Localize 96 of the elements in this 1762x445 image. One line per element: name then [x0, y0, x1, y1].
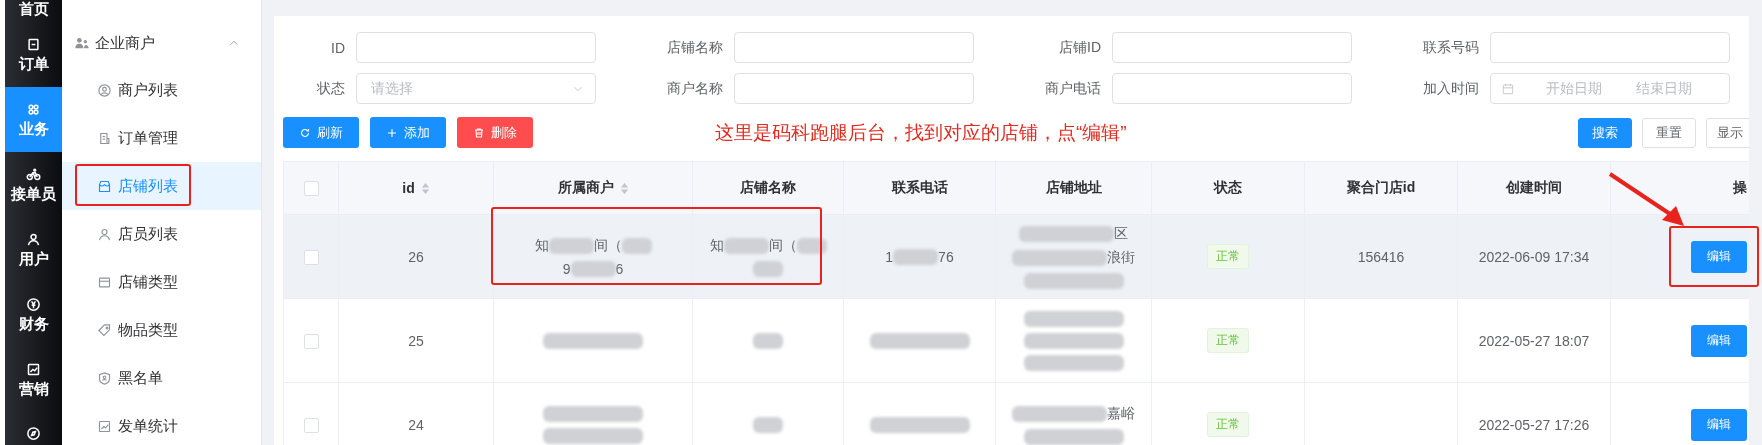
bicycle-icon [26, 166, 41, 182]
status-tag: 正常 [1207, 328, 1249, 353]
blurred-text [621, 237, 652, 254]
input-field[interactable] [1112, 32, 1352, 63]
blurred-text [893, 248, 939, 265]
grid-icon [26, 101, 41, 117]
menu-item[interactable]: 黑名单 [62, 354, 261, 402]
checkbox[interactable] [303, 249, 319, 265]
person-icon [97, 226, 112, 242]
person-circle-icon [97, 82, 112, 98]
checkbox[interactable] [303, 333, 319, 349]
status-tag: 正常 [1207, 244, 1249, 269]
calendar-icon [1501, 81, 1515, 96]
document-icon [97, 130, 112, 146]
blurred-text [753, 332, 783, 349]
field-label: 状态 [316, 79, 345, 98]
tag-icon [97, 322, 112, 338]
menu-item[interactable]: 物品类型 [62, 306, 261, 354]
rail-item[interactable]: 营销 [5, 347, 62, 412]
menu-item[interactable]: 店铺类型 [62, 258, 261, 306]
column-header: 联系电话 [891, 179, 948, 197]
table-cell: 2022-06-09 17:34 [1478, 248, 1590, 265]
field-label: 店铺ID [1058, 38, 1101, 57]
blurred-text [753, 260, 783, 277]
sort-icon[interactable] [420, 181, 430, 195]
blurred-text [753, 416, 783, 433]
blurred-text [723, 237, 769, 254]
shop-icon [97, 178, 112, 194]
yen-icon [26, 296, 41, 312]
column-header: 创建时间 [1506, 179, 1562, 197]
refresh-icon [299, 126, 311, 139]
table-cell: 24 [408, 416, 424, 433]
input-field[interactable] [734, 73, 974, 104]
chart-icon [26, 361, 41, 377]
table-cell: 26 [408, 248, 424, 265]
cell-text: 嘉峪 [1107, 404, 1135, 423]
input-field[interactable] [1490, 32, 1730, 63]
compass-icon [26, 426, 41, 441]
field-label: ID [330, 39, 345, 56]
field-label: 店铺名称 [666, 38, 723, 57]
cell-text: 76 [938, 248, 954, 265]
menu-group-header[interactable]: 企业商户 [62, 30, 261, 56]
rail-item[interactable]: 首页 [5, 0, 62, 22]
rail-item[interactable]: 用户 [5, 217, 62, 282]
checkbox[interactable] [303, 181, 319, 197]
input-field[interactable] [734, 32, 974, 63]
menu-item[interactable]: 店员列表 [62, 210, 261, 258]
document-icon [26, 36, 41, 52]
rail-item[interactable]: 订单 [5, 22, 62, 87]
field-label: 加入时间 [1422, 79, 1479, 98]
table-cell: 156416 [1357, 248, 1405, 265]
cell-text: 浪街 [1107, 248, 1135, 267]
chart-icon [97, 418, 112, 434]
rail-item[interactable]: 接单员 [5, 152, 62, 217]
column-header: id [402, 180, 415, 196]
cell-text: 9 [562, 260, 571, 277]
table-cell: 2022-05-27 17:26 [1478, 416, 1590, 433]
cell-text: 1 [885, 248, 894, 265]
annotation-text: 这里是码科跑腿后台，找到对应的店铺，点“编辑” [715, 120, 1127, 145]
checkbox[interactable] [303, 417, 319, 433]
column-header: 操 [1733, 179, 1747, 197]
card-icon [97, 274, 112, 290]
blurred-text [570, 260, 616, 277]
column-header: 店铺地址 [1045, 179, 1102, 197]
menu-item[interactable]: 订单管理 [62, 114, 261, 162]
column-header: 所属商户 [557, 179, 614, 197]
table-cell: 2022-05-27 18:07 [1478, 332, 1590, 349]
rail-item[interactable]: 财务 [5, 282, 62, 347]
table-cell: 25 [408, 332, 424, 349]
menu-item[interactable]: 商户列表 [62, 66, 261, 114]
people-icon [74, 35, 90, 51]
column-header: 状态 [1214, 179, 1242, 197]
column-header: 聚合门店id [1346, 179, 1416, 197]
menu-item[interactable]: 发单统计 [62, 402, 261, 445]
sort-icon[interactable] [619, 181, 629, 195]
field-label: 商户名称 [666, 79, 723, 98]
blurred-text [548, 237, 594, 254]
cell-text: 间（ [593, 236, 622, 255]
cell-text: 区 [1114, 224, 1128, 243]
input-field[interactable] [356, 32, 596, 63]
blurred-text [796, 237, 827, 254]
cell-text: 知 [709, 236, 724, 255]
cell-text: 间（ [768, 236, 797, 255]
column-header: 店铺名称 [740, 179, 796, 197]
plus-icon [386, 126, 398, 139]
search-toolbar-button[interactable]: 显示 [1706, 117, 1749, 148]
shield-icon [97, 370, 112, 386]
cell-text: 6 [615, 260, 624, 277]
search-toolbar-button[interactable]: 重置 [1642, 117, 1696, 148]
status-tag: 正常 [1207, 412, 1249, 437]
input-field[interactable] [1112, 73, 1352, 104]
trash-icon [473, 126, 485, 139]
field-label: 商户电话 [1044, 79, 1101, 98]
field-label: 联系号码 [1422, 38, 1479, 57]
cell-text: 知 [534, 236, 549, 255]
person-icon [26, 231, 41, 247]
